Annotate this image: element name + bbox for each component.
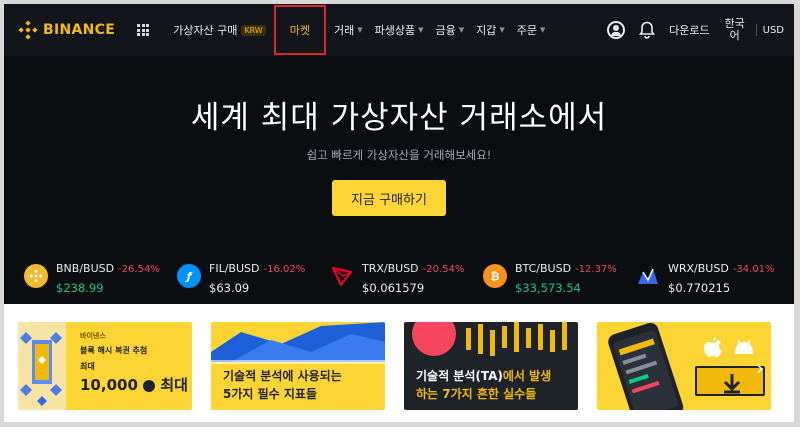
nav-item-label: 거래	[333, 24, 355, 37]
ticker-pair: FIL/BUSD	[209, 262, 260, 275]
ticker-change: -26.54%	[118, 264, 160, 275]
banner-line1-rest: 에서 발생	[502, 369, 552, 383]
ticker-change: -16.02%	[263, 264, 306, 275]
main-nav: 가상자산 구매 KRW 마켓 거래 ▼ 파생상품 ▼ 금융 ▼ 지갑 ▼ 주문 …	[167, 4, 551, 56]
ticker-price: $238.99	[56, 281, 104, 295]
bnb-coin-icon	[143, 379, 156, 392]
promo-banner-ta-mistakes[interactable]: 기술적 분석(TA)에서 발생 하는 7가지 흔한 실수들	[404, 322, 578, 410]
language-selector[interactable]: 한국어	[722, 18, 748, 42]
ticker-item[interactable]: ₿ BTC/BUSD -12.37% $33,573.54	[483, 256, 633, 302]
promo-banner-lottery[interactable]: 바이낸스 블록 해시 복권 추첨 최대 10,000 최대	[18, 322, 192, 410]
banner-amount-suffix: 최대	[160, 376, 188, 394]
promo-banner-indicators[interactable]: 기술적 분석에 사용되는 5가지 필수 지표들	[211, 322, 385, 410]
bnb-coin-icon	[24, 264, 48, 288]
carousel-next-arrow-icon[interactable]: ›	[750, 356, 770, 380]
promo-banner-app-download[interactable]	[597, 322, 771, 410]
ticker-pair: TRX/BUSD	[362, 262, 419, 275]
apple-icon	[704, 337, 722, 357]
nav-item-orders[interactable]: 주문 ▼	[511, 4, 552, 56]
apps-grid-icon[interactable]	[137, 24, 150, 36]
currency-badge: KRW	[241, 24, 266, 36]
ticker-change: -12.37%	[575, 264, 617, 275]
banner-line1: 블록 해시 복권 추첨	[80, 346, 148, 355]
market-ticker-strip: BNB/BUSD -26.54% $238.99 ƒ FIL/BUSD -16.02…	[4, 256, 794, 302]
btc-coin-icon: ₿	[483, 264, 507, 288]
nav-item-label: 주문	[516, 24, 537, 37]
banner-line1: 기술적 분석(TA)에서 발생	[416, 368, 551, 385]
banner-line1: 기술적 분석에 사용되는	[223, 369, 342, 383]
ticker-pair: WRX/BUSD	[668, 262, 729, 275]
browser-viewport: BINANCE 가상자산 구매 KRW 마켓 거래 ▼ 파생상품 ▼ 금융 ▼ …	[4, 4, 794, 422]
buy-now-button[interactable]: 지금 구매하기	[332, 180, 446, 216]
nav-item-label: 파생상품	[374, 24, 416, 37]
hero-title: 세계 최대 가상자산 거래소에서	[190, 100, 608, 136]
wrx-coin-icon	[636, 264, 660, 288]
trx-coin-icon	[330, 264, 354, 288]
hero-subtitle: 쉽고 빠르게 가상자산을 거래해보세요!	[306, 148, 492, 162]
ticker-item[interactable]: WRX/BUSD -34.01% $0.770215	[636, 256, 791, 302]
user-account-icon[interactable]	[607, 21, 626, 39]
currency-selector[interactable]: USD	[763, 25, 784, 36]
ticker-pair: BNB/BUSD	[56, 262, 115, 275]
bell-icon[interactable]	[639, 21, 656, 39]
fil-coin-icon: ƒ	[177, 264, 201, 288]
binance-logo-icon	[18, 20, 38, 40]
nav-item-label: 지갑	[476, 24, 497, 37]
promo-banner-carousel: 바이낸스 블록 해시 복권 추첨 최대 10,000 최대 기술적 분석에 사용…	[4, 304, 794, 422]
ticker-item[interactable]: ƒ FIL/BUSD -16.02% $63.09	[177, 256, 327, 302]
ticker-pair: BTC/BUSD	[515, 262, 572, 275]
ticker-item[interactable]: TRX/BUSD -20.54% $0.061579	[330, 256, 480, 302]
header-right-group: 다운로드 한국어 USD	[607, 4, 794, 56]
chevron-down-icon: ▼	[499, 26, 505, 34]
nav-item-label: 마켓	[289, 24, 310, 37]
download-link[interactable]: 다운로드	[669, 22, 709, 38]
ticker-price: $63.09	[209, 281, 250, 295]
top-navigation-bar: BINANCE 가상자산 구매 KRW 마켓 거래 ▼ 파생상품 ▼ 금융 ▼ …	[4, 4, 794, 56]
nav-item-derivatives[interactable]: 파생상품 ▼	[369, 4, 430, 56]
nav-item-trade[interactable]: 거래 ▼	[328, 4, 369, 56]
android-icon	[735, 339, 753, 354]
chevron-down-icon: ▼	[458, 26, 465, 34]
ticker-item[interactable]: BNB/BUSD -26.54% $238.99	[24, 256, 174, 302]
ticker-price: $0.770215	[668, 281, 731, 295]
chevron-down-icon: ▼	[418, 26, 424, 34]
banner-line2: 하는 7가지 흔한 실수들	[416, 387, 537, 401]
banner-line2: 5가지 필수 지표들	[223, 387, 317, 401]
ticker-change: -34.01%	[732, 264, 775, 275]
banner-line2: 최대	[80, 362, 95, 371]
binance-logo[interactable]: BINANCE	[18, 20, 115, 40]
ticker-change: -20.54%	[422, 264, 465, 275]
nav-item-wallet[interactable]: 지갑 ▼	[470, 4, 511, 56]
nav-item-buy-crypto[interactable]: 가상자산 구매 KRW	[167, 4, 272, 56]
banner-highlight: 기술적 분석(TA)	[416, 369, 503, 383]
banner-amount-value: 10,000	[80, 376, 138, 394]
nav-item-label: 가상자산 구매	[173, 24, 238, 37]
chevron-down-icon: ▼	[540, 26, 546, 34]
ticker-price: $0.061579	[362, 281, 425, 295]
nav-item-finance[interactable]: 금융 ▼	[429, 4, 470, 56]
divider	[755, 24, 757, 36]
ticker-price: $33,573.54	[515, 281, 581, 295]
nav-item-markets[interactable]: 마켓	[273, 5, 326, 55]
logo-text: BINANCE	[43, 22, 116, 38]
nav-item-label: 금융	[435, 24, 456, 37]
chevron-down-icon: ▼	[357, 26, 363, 34]
banner-amount: 10,000 최대	[80, 376, 188, 394]
banner-tag: 바이낸스	[80, 332, 106, 340]
